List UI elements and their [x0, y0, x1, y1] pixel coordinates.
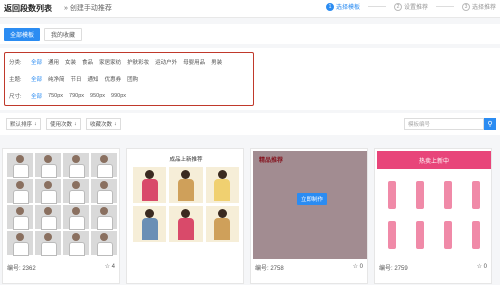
size-option[interactable]: 750px [48, 93, 63, 99]
favorite-count[interactable]: ☆ 0 [353, 263, 363, 270]
step-indicator: 1 选择模板 2 设置推荐 3 选择推荐 [325, 2, 496, 11]
step-3-label: 选择推荐 [471, 5, 496, 11]
favorite-count-value: 4 [111, 264, 115, 270]
top-bar: 返回段数列表 » 创建手动推荐 1 选择模板 2 设置推荐 3 选择推荐 [0, 0, 500, 18]
template-number: 编号: 2759 [379, 266, 408, 272]
theme-option[interactable]: 通知 [88, 75, 99, 83]
template-thumbnail [5, 151, 119, 259]
filter-label-theme: 主题: [9, 77, 22, 83]
template-thumbnail: 精品推荐 立即制作 [253, 151, 367, 259]
template-thumbnail: 成品上新推荐 [129, 151, 243, 259]
search-icon: ⚲ [487, 121, 493, 128]
star-icon: ☆ [476, 264, 482, 270]
template-card-title: 热卖上新中 [377, 151, 491, 169]
search-button[interactable]: ⚲ [484, 118, 496, 130]
filter-panel: 分类: 全部 通用 女装 食品 家居家纺 护肤彩妆 运动户外 母婴用品 男装 主… [0, 48, 500, 110]
sort-usage-button[interactable]: 使用次数 ↓ [46, 118, 81, 130]
template-card-hovered[interactable]: 精品推荐 立即制作 编号: 2758 ☆ 0 [250, 148, 368, 284]
star-icon: ☆ [352, 264, 358, 270]
star-icon: ☆ [104, 264, 110, 270]
size-option[interactable]: 全部 [31, 92, 42, 100]
template-number: 编号: 2362 [7, 266, 36, 272]
category-option[interactable]: 食品 [82, 58, 93, 66]
template-tabs: 全部模板 我的收藏 [0, 24, 500, 44]
filter-row-category: 分类: 全部 通用 女装 食品 家居家纺 护肤彩妆 运动户外 母婴用品 男装 [9, 58, 222, 66]
sort-fav-label: 收藏次数 [90, 122, 113, 128]
theme-option[interactable]: 团购 [127, 75, 138, 83]
tab-my-favorites[interactable]: 我的收藏 [44, 28, 83, 41]
favorite-count-value: 0 [483, 264, 487, 270]
step-1-number: 1 [325, 2, 334, 11]
category-option[interactable]: 女装 [65, 58, 76, 66]
category-option[interactable]: 家居家纺 [99, 58, 121, 66]
category-option[interactable]: 男装 [211, 58, 222, 66]
breadcrumb: » 创建手动推荐 [64, 5, 112, 12]
theme-option[interactable]: 节日 [71, 75, 82, 83]
template-grid: 编号: 2362 ☆ 4 成品上新推荐 精品推荐 立即制作 编号: 2758 ☆… [0, 140, 500, 285]
theme-option[interactable]: 纯净简 [48, 75, 65, 83]
theme-option[interactable]: 优惠券 [105, 75, 122, 83]
step-divider [435, 6, 454, 7]
sort-bar: 默认排序 ↓ 使用次数 ↓ 收藏次数 ↓ 模板编号 ⚲ [0, 113, 500, 135]
step-2-label: 设置推荐 [403, 5, 428, 11]
category-option[interactable]: 通用 [48, 58, 59, 66]
favorite-count-value: 0 [359, 264, 363, 270]
sort-usage-label: 使用次数 [50, 122, 73, 128]
filter-row-theme: 主题: 全部 纯净简 节日 通知 优惠券 团购 [9, 75, 138, 83]
category-option[interactable]: 护肤彩妆 [127, 58, 149, 66]
tab-all-templates[interactable]: 全部模板 [4, 28, 41, 41]
step-1-label: 选择模板 [335, 5, 360, 11]
make-now-button[interactable]: 立即制作 [297, 193, 327, 205]
sort-fav-button[interactable]: 收藏次数 ↓ [86, 118, 121, 130]
step-1: 1 选择模板 [325, 2, 360, 11]
size-option[interactable]: 790px [69, 93, 84, 99]
step-3-number: 3 [461, 2, 470, 11]
template-thumbnail: 热卖上新中 [377, 151, 491, 259]
category-option[interactable]: 运动户外 [155, 58, 177, 66]
favorite-count[interactable]: ☆ 4 [105, 263, 115, 270]
template-number: 编号: 2758 [255, 266, 284, 272]
hover-overlay [253, 151, 367, 259]
step-divider [367, 6, 386, 7]
size-option[interactable]: 950px [90, 93, 105, 99]
template-card[interactable]: 成品上新推荐 [126, 148, 244, 284]
search-input[interactable]: 模板编号 [404, 118, 484, 130]
arrow-down-icon: ↓ [34, 121, 37, 127]
back-link[interactable]: 返回段数列表 [4, 3, 52, 14]
sort-default-button[interactable]: 默认排序 ↓ [6, 118, 41, 130]
template-card-title: 成品上新推荐 [169, 157, 203, 163]
category-option[interactable]: 全部 [31, 58, 42, 66]
category-option[interactable]: 母婴用品 [183, 58, 205, 66]
size-option[interactable]: 990px [111, 93, 126, 99]
template-card[interactable]: 编号: 2362 ☆ 4 [2, 148, 120, 284]
arrow-down-icon: ↓ [74, 121, 77, 127]
favorite-count[interactable]: ☆ 0 [477, 263, 487, 270]
step-2: 2 设置推荐 [393, 2, 428, 11]
sort-default-label: 默认排序 [10, 122, 33, 128]
arrow-down-icon: ↓ [114, 121, 117, 127]
template-card[interactable]: 热卖上新中 编号: 2759 ☆ 0 [374, 148, 492, 284]
filter-row-size: 尺寸: 全部 750px 790px 950px 990px [9, 92, 126, 100]
filter-label-size: 尺寸: [9, 94, 22, 100]
theme-option[interactable]: 全部 [31, 75, 42, 83]
step-3: 3 选择推荐 [461, 2, 496, 11]
filter-highlight-box: 分类: 全部 通用 女装 食品 家居家纺 护肤彩妆 运动户外 母婴用品 男装 主… [4, 52, 254, 106]
filter-label-category: 分类: [9, 60, 22, 66]
step-2-number: 2 [393, 2, 402, 11]
